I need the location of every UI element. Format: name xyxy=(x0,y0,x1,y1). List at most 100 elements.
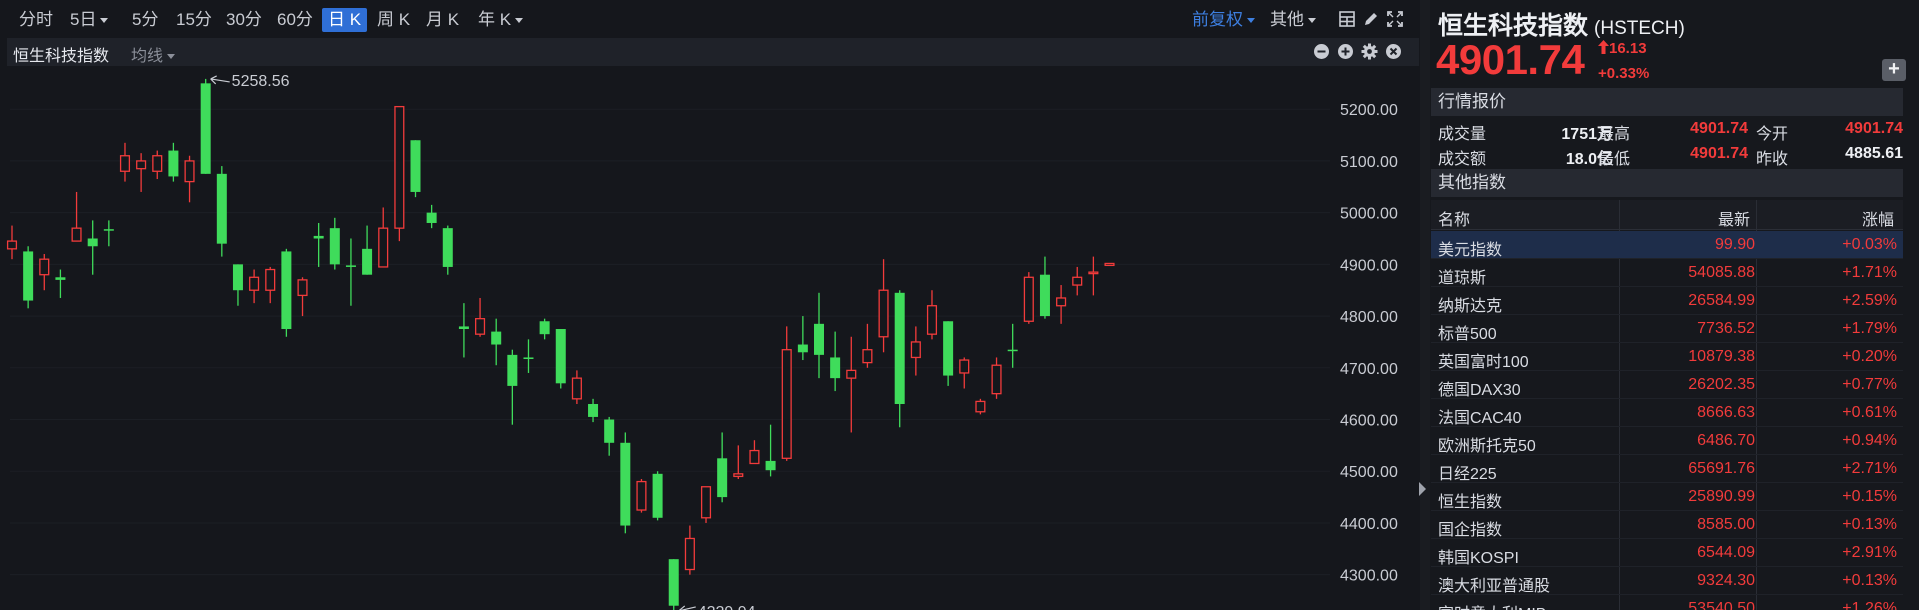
index-last: 25890.99 xyxy=(1688,488,1755,505)
candle-body xyxy=(184,160,195,183)
candle-body xyxy=(87,238,98,247)
candle-body xyxy=(362,248,373,275)
index-table-row[interactable]: 道琼斯 54085.88 +1.71% xyxy=(1431,259,1903,287)
add-watchlist-button[interactable]: + xyxy=(1882,59,1906,81)
settings-gear-icon[interactable] xyxy=(1361,43,1378,60)
period-tab-yearly-k[interactable]: 年 K xyxy=(474,8,527,32)
col-change[interactable]: 涨幅 xyxy=(1862,206,1894,230)
close-icon[interactable] xyxy=(1385,43,1402,60)
period-tab-daily-k[interactable]: 日 K xyxy=(322,8,368,32)
candle-body xyxy=(200,83,211,174)
chevron-down-icon xyxy=(1247,18,1255,24)
index-last: 54085.88 xyxy=(1688,264,1755,281)
candle-body xyxy=(491,331,502,345)
index-name: 富时意大利MIB xyxy=(1438,600,1546,610)
high-marker-label: 5258.56 xyxy=(232,73,290,90)
index-name: 德国DAX30 xyxy=(1438,382,1521,399)
low-marker-arrow xyxy=(678,605,696,610)
candle-body xyxy=(265,268,276,291)
zoom-out-icon[interactable] xyxy=(1313,43,1330,60)
index-name: 日经225 xyxy=(1438,466,1497,483)
chart-title: 恒生科技指数 xyxy=(13,48,110,65)
index-change-pct: +0.03% xyxy=(1842,236,1897,253)
period-tab-weekly-k[interactable]: 周 K xyxy=(373,8,414,32)
index-change-pct: +0.20% xyxy=(1842,348,1897,365)
y-tick-label: 4500.00 xyxy=(1340,464,1398,481)
index-table-row[interactable]: 德国DAX30 26202.35 +0.77% xyxy=(1431,371,1903,399)
collapse-arrow-icon[interactable] xyxy=(1419,482,1426,496)
index-change: 16.13 xyxy=(1598,40,1647,57)
ma-dropdown[interactable]: 均线 xyxy=(131,42,176,66)
index-name: 标普500 xyxy=(1438,326,1497,343)
other-dropdown[interactable]: 其他 xyxy=(1266,8,1320,32)
index-table-row[interactable]: 美元指数 99.90 +0.03% xyxy=(1431,231,1903,259)
candle-body xyxy=(1023,276,1034,322)
candle-body xyxy=(926,305,938,335)
period-tab-30min[interactable]: 30分 xyxy=(222,8,266,32)
kline-chart[interactable]: 5200.00 5100.00 5000.00 4900.00 4800.00 4700.… xyxy=(0,66,1428,610)
index-price: 4901.74 xyxy=(1436,36,1585,83)
index-change-pct: +2.91% xyxy=(1842,544,1897,561)
arrow-up-icon xyxy=(1598,40,1609,54)
period-tab-timeshare[interactable]: 分时 xyxy=(15,8,57,32)
index-change-pct: +0.13% xyxy=(1842,572,1897,589)
index-table-row[interactable]: 英国富时100 10879.38 +0.20% xyxy=(1431,343,1903,371)
candle-body xyxy=(394,105,405,229)
candle-body xyxy=(830,357,841,379)
candle-body xyxy=(749,449,760,465)
index-table-row[interactable]: 澳大利亚普通股 9324.30 +0.13% xyxy=(1431,567,1903,595)
index-table-row[interactable]: 欧洲斯托克50 6486.70 +0.94% xyxy=(1431,427,1903,455)
pen-draw-icon[interactable] xyxy=(1362,10,1380,28)
index-last: 6486.70 xyxy=(1697,432,1755,449)
index-name: 澳大利亚普通股 xyxy=(1438,578,1551,595)
candle-body xyxy=(652,473,663,518)
amount-label: 成交额 xyxy=(1438,151,1487,168)
y-tick-label: 5200.00 xyxy=(1340,102,1398,119)
candle-body xyxy=(604,419,615,443)
index-table-row[interactable]: 韩国KOSPI 6544.09 +2.91% xyxy=(1431,539,1903,567)
index-table-row[interactable]: 纳斯达克 26584.99 +2.59% xyxy=(1431,287,1903,315)
candle-body xyxy=(232,264,243,291)
index-last: 9324.30 xyxy=(1697,572,1755,589)
index-table-header: 名称 最新 涨幅 xyxy=(1431,200,1903,230)
candle-body xyxy=(103,229,114,231)
zoom-in-icon[interactable] xyxy=(1337,43,1354,60)
y-tick-label: 4700.00 xyxy=(1340,361,1398,378)
candle-body xyxy=(1104,262,1115,267)
candle-body xyxy=(910,341,921,359)
col-last[interactable]: 最新 xyxy=(1718,206,1750,230)
candle-body xyxy=(168,150,179,177)
period-tab-5day[interactable]: 5日 xyxy=(66,8,112,32)
layout-grid-icon[interactable] xyxy=(1338,10,1356,28)
index-code: (HSTECH) xyxy=(1594,18,1685,39)
y-tick-label: 4300.00 xyxy=(1340,568,1398,585)
candle-body xyxy=(555,329,566,384)
col-name[interactable]: 名称 xyxy=(1438,206,1470,230)
candle-body xyxy=(991,364,1002,395)
index-change-pct: +0.94% xyxy=(1842,432,1897,449)
candle-body xyxy=(943,321,954,376)
index-table-row[interactable]: 恒生指数 25890.99 +0.15% xyxy=(1431,483,1903,511)
adjust-dropdown[interactable]: 前复权 xyxy=(1188,8,1259,32)
kline-chart-svg: 5200.00 5100.00 5000.00 4900.00 4800.00 4700.… xyxy=(6,73,1398,610)
open-label: 今开 xyxy=(1756,126,1789,143)
period-tab-monthly-k[interactable]: 月 K xyxy=(422,8,463,32)
candle-body xyxy=(119,155,131,172)
panel-splitter[interactable] xyxy=(1420,0,1430,610)
index-name: 美元指数 xyxy=(1438,242,1503,259)
period-tab-15min[interactable]: 15分 xyxy=(172,8,216,32)
candle-body xyxy=(55,277,66,280)
index-table-row[interactable]: 日经225 65691.76 +2.71% xyxy=(1431,455,1903,483)
period-tab-60min[interactable]: 60分 xyxy=(273,8,317,32)
index-table-row[interactable]: 富时意大利MIB 53540.50 +1.26% xyxy=(1431,595,1903,610)
quote-panel: 恒生科技指数 (HSTECH) 4901.74 16.13 +0.33% + 行情… xyxy=(1430,0,1919,610)
candle-body xyxy=(733,473,744,478)
index-table-row[interactable]: 国企指数 8585.00 +0.13% xyxy=(1431,511,1903,539)
fullscreen-icon[interactable] xyxy=(1386,10,1404,28)
candle-body xyxy=(571,377,582,400)
index-name: 欧洲斯托克50 xyxy=(1438,438,1536,455)
period-tab-5min[interactable]: 5分 xyxy=(128,8,162,32)
candle-body xyxy=(1088,271,1099,275)
index-table-row[interactable]: 法国CAC40 8666.63 +0.61% xyxy=(1431,399,1903,427)
index-table-row[interactable]: 标普500 7736.52 +1.79% xyxy=(1431,315,1903,343)
